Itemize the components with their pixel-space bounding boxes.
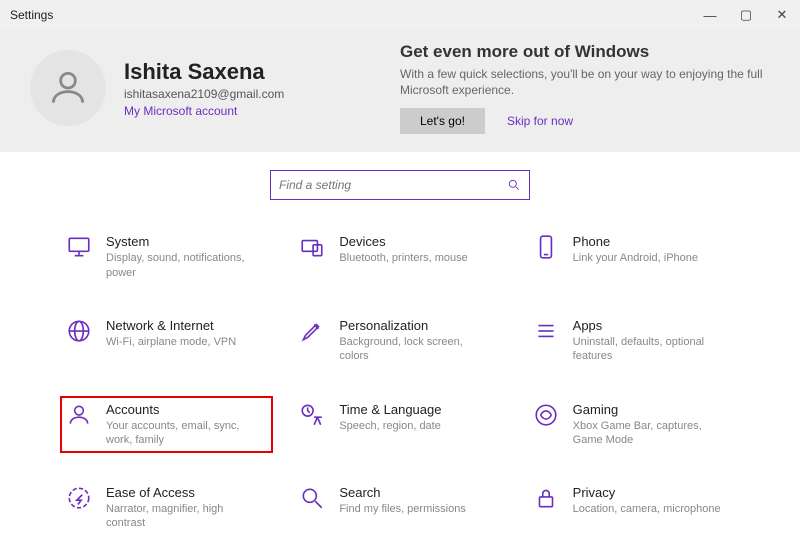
accounts-icon — [66, 402, 92, 428]
system-icon — [66, 234, 92, 260]
tile-title: System — [106, 234, 256, 249]
profile-name: Ishita Saxena — [124, 59, 284, 85]
devices-icon — [299, 234, 325, 260]
tile-desc: Xbox Game Bar, captures, Game Mode — [573, 419, 723, 448]
brush-icon — [299, 318, 325, 344]
apps-icon — [533, 318, 559, 344]
tile-desc: Uninstall, defaults, optional features — [573, 335, 723, 364]
tile-privacy[interactable]: Privacy Location, camera, microphone — [527, 479, 740, 537]
tile-time-language[interactable]: Time & Language Speech, region, date — [293, 396, 506, 454]
tile-network[interactable]: Network & Internet Wi-Fi, airplane mode, … — [60, 312, 273, 370]
minimize-button[interactable]: — — [692, 0, 728, 30]
skip-link[interactable]: Skip for now — [507, 114, 573, 128]
ease-of-access-icon — [66, 485, 92, 511]
globe-icon — [66, 318, 92, 344]
search-box[interactable] — [270, 170, 530, 200]
lets-go-button[interactable]: Let's go! — [400, 108, 485, 134]
tile-desc: Narrator, magnifier, high contrast — [106, 502, 256, 531]
maximize-button[interactable]: ▢ — [728, 0, 764, 30]
tile-desc: Bluetooth, printers, mouse — [339, 251, 467, 265]
tile-desc: Location, camera, microphone — [573, 502, 721, 516]
search-input[interactable] — [279, 178, 507, 192]
tile-title: Privacy — [573, 485, 721, 500]
promo-body: With a few quick selections, you'll be o… — [400, 66, 770, 98]
titlebar: Settings — ▢ ✕ — [0, 0, 800, 30]
promo: Get even more out of Windows With a few … — [400, 42, 770, 134]
tile-title: Apps — [573, 318, 723, 333]
header: Ishita Saxena ishitasaxena2109@gmail.com… — [0, 30, 800, 152]
tile-desc: Find my files, permissions — [339, 502, 466, 516]
tile-search[interactable]: Search Find my files, permissions — [293, 479, 506, 537]
microsoft-account-link[interactable]: My Microsoft account — [124, 104, 284, 118]
window-title: Settings — [10, 8, 692, 22]
tile-title: Search — [339, 485, 466, 500]
person-icon — [46, 66, 90, 110]
tile-desc: Speech, region, date — [339, 419, 441, 433]
phone-icon — [533, 234, 559, 260]
tile-title: Gaming — [573, 402, 723, 417]
avatar[interactable] — [30, 50, 106, 126]
tile-accounts[interactable]: Accounts Your accounts, email, sync, work… — [60, 396, 273, 454]
profile-email: ishitasaxena2109@gmail.com — [124, 87, 284, 101]
tile-title: Personalization — [339, 318, 489, 333]
search-icon — [507, 178, 521, 192]
profile-text: Ishita Saxena ishitasaxena2109@gmail.com… — [124, 59, 284, 118]
close-button[interactable]: ✕ — [764, 0, 800, 30]
search-container — [0, 152, 800, 208]
tile-desc: Your accounts, email, sync, work, family — [106, 419, 256, 448]
search-settings-icon — [299, 485, 325, 511]
time-language-icon — [299, 402, 325, 428]
gaming-icon — [533, 402, 559, 428]
lock-icon — [533, 485, 559, 511]
settings-grid: System Display, sound, notifications, pow… — [0, 208, 800, 556]
tile-gaming[interactable]: Gaming Xbox Game Bar, captures, Game Mode — [527, 396, 740, 454]
tile-title: Network & Internet — [106, 318, 236, 333]
tile-personalization[interactable]: Personalization Background, lock screen, … — [293, 312, 506, 370]
tile-title: Accounts — [106, 402, 256, 417]
tile-desc: Background, lock screen, colors — [339, 335, 489, 364]
tile-title: Devices — [339, 234, 467, 249]
promo-heading: Get even more out of Windows — [400, 42, 770, 62]
tile-desc: Wi-Fi, airplane mode, VPN — [106, 335, 236, 349]
tile-phone[interactable]: Phone Link your Android, iPhone — [527, 228, 740, 286]
tile-title: Phone — [573, 234, 698, 249]
tile-apps[interactable]: Apps Uninstall, defaults, optional featur… — [527, 312, 740, 370]
tile-system[interactable]: System Display, sound, notifications, pow… — [60, 228, 273, 286]
tile-desc: Link your Android, iPhone — [573, 251, 698, 265]
tile-title: Time & Language — [339, 402, 441, 417]
tile-ease-of-access[interactable]: Ease of Access Narrator, magnifier, high … — [60, 479, 273, 537]
tile-desc: Display, sound, notifications, power — [106, 251, 256, 280]
tile-title: Ease of Access — [106, 485, 256, 500]
tile-devices[interactable]: Devices Bluetooth, printers, mouse — [293, 228, 506, 286]
profile-block: Ishita Saxena ishitasaxena2109@gmail.com… — [30, 42, 400, 134]
